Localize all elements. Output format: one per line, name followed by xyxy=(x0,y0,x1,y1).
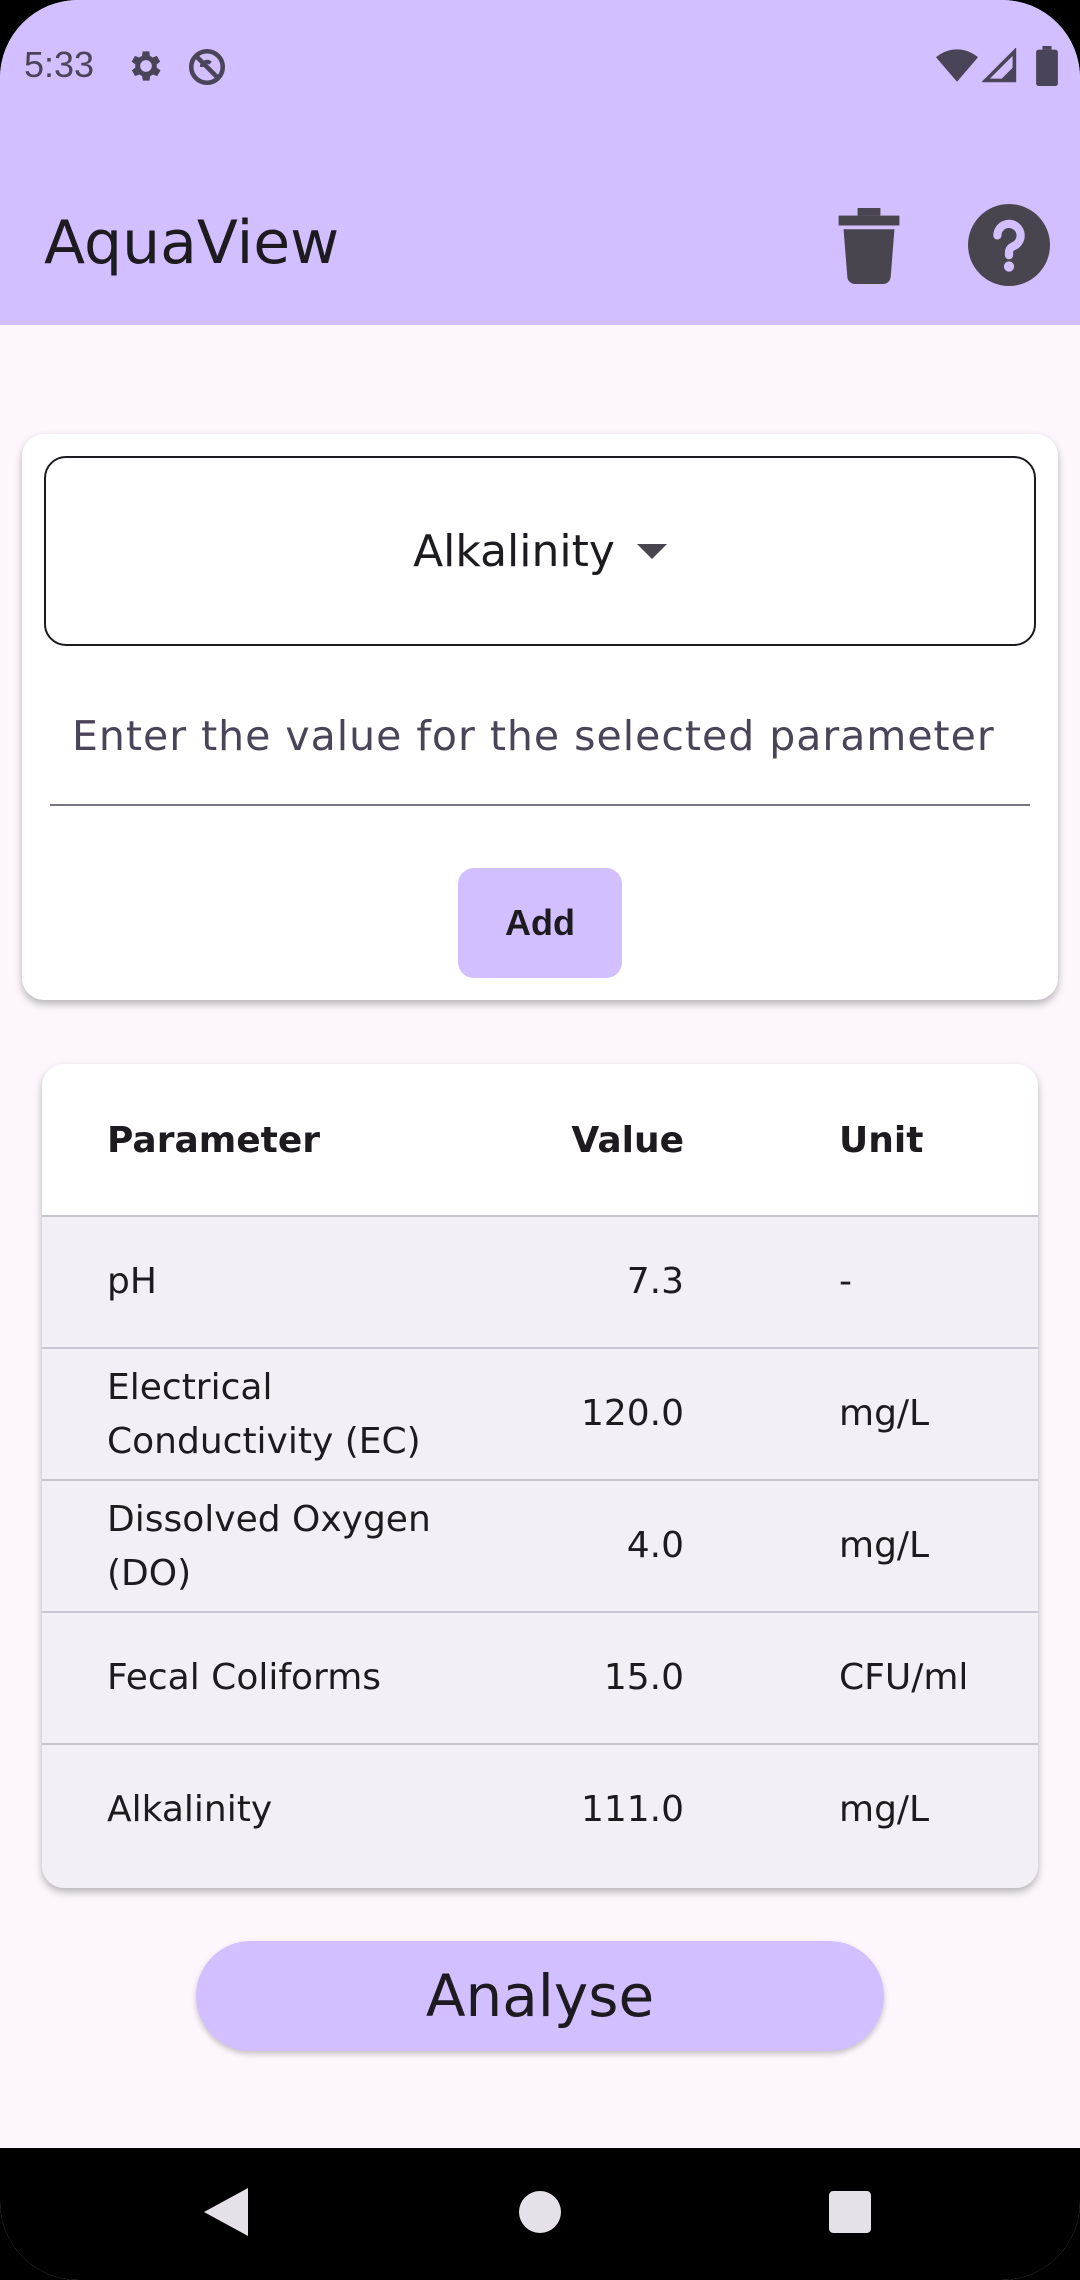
recents-icon xyxy=(829,2190,871,2238)
cell-value: 4.0 xyxy=(626,1525,684,1566)
home-button[interactable] xyxy=(480,2148,600,2280)
parameter-value-input[interactable] xyxy=(50,696,1030,806)
table-row: pH 7.3 - xyxy=(42,1217,1038,1349)
no-sync-icon xyxy=(186,46,228,93)
help-button[interactable] xyxy=(966,203,1052,291)
cell-unit: mg/L xyxy=(839,1525,930,1566)
system-nav-bar xyxy=(0,2148,1080,2280)
table-header: Parameter Value Unit xyxy=(42,1064,1038,1217)
cell-unit: mg/L xyxy=(839,1393,930,1434)
settings-icon xyxy=(126,46,166,91)
battery-icon xyxy=(1036,46,1058,91)
help-icon xyxy=(968,203,1050,291)
cell-unit: mg/L xyxy=(839,1789,930,1830)
header-parameter: Parameter xyxy=(107,1120,321,1161)
parameter-dropdown[interactable]: Alkalinity xyxy=(44,456,1036,646)
back-button[interactable] xyxy=(166,2148,286,2280)
header-value: Value xyxy=(571,1120,684,1161)
delete-button[interactable] xyxy=(826,205,912,291)
cell-parameter: pH xyxy=(107,1261,157,1302)
table-row: Electrical Conductivity (EC) 120.0 mg/L xyxy=(42,1349,1038,1481)
cell-unit: CFU/ml xyxy=(839,1657,969,1698)
table-row: Dissolved Oxygen (DO) 4.0 mg/L xyxy=(42,1481,1038,1613)
signal-icon xyxy=(981,47,1018,89)
cell-parameter: Electrical Conductivity (EC) xyxy=(107,1367,421,1462)
cell-unit: - xyxy=(839,1261,852,1302)
table-row: Fecal Coliforms 15.0 CFU/ml xyxy=(42,1613,1038,1745)
cell-value: 7.3 xyxy=(626,1261,684,1302)
parameters-table: Parameter Value Unit pH 7.3 - Electrical… xyxy=(42,1064,1038,1888)
back-icon xyxy=(204,2187,248,2241)
cell-parameter: Alkalinity xyxy=(107,1789,273,1830)
delete-icon xyxy=(838,207,900,289)
home-icon xyxy=(519,2190,561,2238)
cell-value: 111.0 xyxy=(580,1789,684,1830)
add-button[interactable]: Add xyxy=(458,868,622,978)
wifi-icon xyxy=(936,48,978,89)
cell-parameter: Dissolved Oxygen (DO) xyxy=(107,1499,431,1594)
dropdown-arrow-icon xyxy=(636,543,667,565)
cell-value: 15.0 xyxy=(603,1657,684,1698)
table-row: Alkalinity 111.0 mg/L xyxy=(42,1745,1038,1877)
parameter-input-card: Alkalinity Add xyxy=(22,434,1058,1000)
top-app-bar: 5:33 AquaView xyxy=(0,0,1080,325)
app-title: AquaView xyxy=(44,208,340,278)
recents-button[interactable] xyxy=(790,2148,910,2280)
dropdown-selected-value: Alkalinity xyxy=(413,525,615,577)
cell-parameter: Fecal Coliforms xyxy=(107,1657,382,1698)
status-time: 5:33 xyxy=(24,44,95,85)
cell-value: 120.0 xyxy=(580,1393,684,1434)
screen: 5:33 AquaView Alkalinity Enter the value… xyxy=(0,0,1080,2280)
analyse-button[interactable]: Analyse xyxy=(196,1941,884,2051)
header-unit: Unit xyxy=(839,1120,924,1161)
